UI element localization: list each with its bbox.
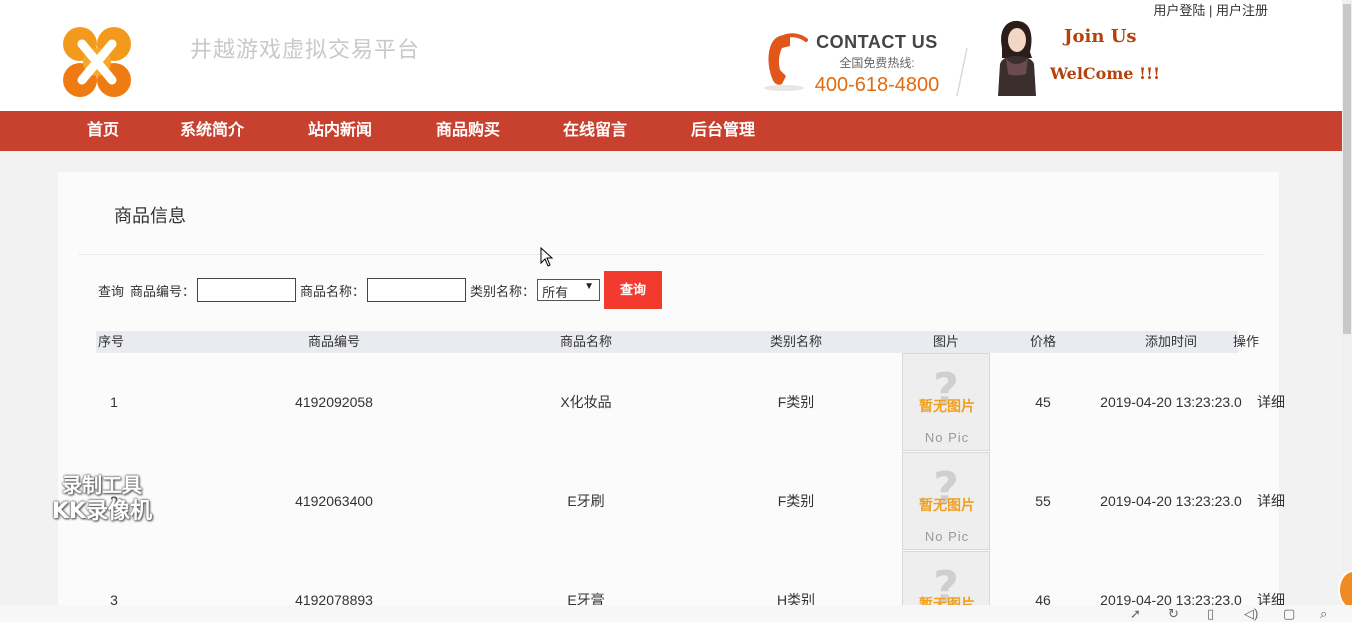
header-price: 价格 bbox=[1029, 334, 1056, 349]
no-pic-image: ? 暂无图片 No Pic bbox=[902, 452, 990, 550]
site-header: 用户登陆 | 用户注册 井越游戏虚拟交易平台 CONTACT US 全国免费热线… bbox=[0, 0, 1342, 111]
nav-item-home[interactable]: 首页 bbox=[87, 111, 119, 151]
site-title: 井越游戏虚拟交易平台 bbox=[190, 38, 421, 63]
cell-category: F类别 bbox=[777, 394, 815, 410]
register-link[interactable]: 用户注册 bbox=[1216, 3, 1268, 18]
contact-block: CONTACT US 全国免费热线: 400-618-4800 bbox=[812, 32, 942, 97]
cell-time: 2019-04-20 13:23:23.0 bbox=[1100, 493, 1242, 509]
header-image: 图片 bbox=[932, 334, 959, 349]
page-scrollbar[interactable] bbox=[1342, 0, 1352, 605]
logo-icon[interactable] bbox=[58, 24, 136, 100]
category-label: 类别名称： bbox=[470, 283, 536, 299]
top-links-separator: | bbox=[1208, 3, 1213, 18]
join-us-text: Join Us bbox=[1064, 26, 1137, 47]
nav-item-admin[interactable]: 后台管理 bbox=[691, 111, 755, 151]
watermark-line2: KK录像机 bbox=[51, 499, 153, 524]
dropdown-arrow-icon: ▼ bbox=[584, 281, 595, 292]
nav-item-about[interactable]: 系统简介 bbox=[180, 111, 244, 151]
cell-price: 45 bbox=[1035, 394, 1051, 410]
cell-index: 1 bbox=[110, 394, 118, 410]
search-bar: 查询 商品编号： 商品名称： 类别名称： 所有 ▼ 查询 bbox=[98, 270, 663, 310]
category-select[interactable]: 所有 ▼ bbox=[537, 279, 601, 301]
cell-name: E牙刷 bbox=[567, 493, 605, 509]
no-pic-image: ? 暂无图片 No Pic bbox=[902, 353, 990, 451]
cell-time: 2019-04-20 13:23:23.0 bbox=[1100, 394, 1242, 410]
table-row: 1 4192092058 X化妆品 F类别 ? 暂无图片 No Pic 45 2… bbox=[96, 353, 1285, 452]
no-pic-cn: 暂无图片 bbox=[919, 398, 975, 414]
table-row: 2 4192063400 E牙刷 F类别 ? 暂无图片 No Pic 55 20… bbox=[96, 452, 1285, 551]
header-index: 序号 bbox=[97, 334, 124, 349]
code-input[interactable] bbox=[197, 278, 297, 302]
contact-phone: 400-618-4800 bbox=[814, 74, 940, 96]
page-title: 商品信息 bbox=[114, 206, 186, 226]
detail-link[interactable]: 详细 bbox=[1246, 353, 1296, 452]
nav-item-message[interactable]: 在线留言 bbox=[563, 111, 627, 151]
no-pic-en: No Pic bbox=[924, 529, 970, 544]
floating-orb-icon[interactable] bbox=[1338, 570, 1352, 610]
table-header: 序号 商品编号 商品名称 类别名称 图片 价格 添加时间 操作 bbox=[96, 331, 1259, 353]
scrollbar-thumb[interactable] bbox=[1343, 4, 1351, 334]
nav-item-news[interactable]: 站内新闻 bbox=[308, 111, 372, 151]
header-code: 商品编号 bbox=[307, 334, 360, 349]
code-label: 商品编号： bbox=[130, 283, 196, 299]
cell-category: F类别 bbox=[777, 493, 815, 509]
welcome-text: WelCome !!! bbox=[1050, 64, 1161, 83]
header-action: 操作 bbox=[1232, 334, 1259, 349]
name-label: 商品名称： bbox=[300, 283, 366, 299]
main-nav: 首页 系统简介 站内新闻 商品购买 在线留言 后台管理 bbox=[0, 111, 1342, 151]
rocket-icon[interactable]: ➚ bbox=[1130, 606, 1141, 621]
phone-icon bbox=[764, 33, 808, 91]
cell-code: 4192063400 bbox=[295, 493, 373, 509]
no-pic-en: No Pic bbox=[924, 430, 970, 445]
contact-title: CONTACT US bbox=[816, 32, 938, 52]
refresh-icon[interactable]: ↻ bbox=[1168, 606, 1179, 621]
login-link[interactable]: 用户登陆 bbox=[1153, 3, 1205, 18]
header-category: 类别名称 bbox=[769, 334, 822, 349]
trash-icon[interactable]: ▯ bbox=[1207, 606, 1214, 621]
window-icon[interactable]: ▢ bbox=[1283, 606, 1295, 621]
cell-code: 4192092058 bbox=[295, 394, 373, 410]
cell-price: 55 bbox=[1035, 493, 1051, 509]
contact-subtitle: 全国免费热线: bbox=[839, 56, 915, 70]
status-bar: ➚ ↻ ▯ ◁) ▢ ⌕ bbox=[0, 605, 1352, 622]
content-panel: 商品信息 查询 商品编号： 商品名称： 类别名称： 所有 ▼ 查询 序号 商品编… bbox=[58, 172, 1285, 622]
nav-item-shop[interactable]: 商品购买 bbox=[436, 111, 500, 151]
top-links: 用户登陆 | 用户注册 bbox=[1153, 0, 1268, 19]
title-divider bbox=[78, 254, 1265, 255]
recorder-watermark: 录制工具 KK录像机 bbox=[32, 472, 172, 526]
name-input[interactable] bbox=[367, 278, 467, 302]
volume-icon[interactable]: ◁) bbox=[1244, 606, 1258, 621]
detail-link[interactable]: 详细 bbox=[1246, 452, 1296, 551]
search-button[interactable]: 查询 bbox=[604, 271, 663, 309]
no-pic-cn: 暂无图片 bbox=[919, 497, 975, 513]
divider-slash bbox=[956, 48, 968, 96]
mouse-cursor-icon bbox=[540, 247, 554, 267]
header-name: 商品名称 bbox=[559, 334, 612, 349]
watermark-line1: 录制工具 bbox=[62, 473, 142, 497]
avatar-image bbox=[998, 20, 1036, 96]
cell-name: X化妆品 bbox=[560, 394, 612, 410]
query-label: 查询 bbox=[98, 283, 125, 299]
category-select-value: 所有 bbox=[542, 285, 569, 300]
search-icon[interactable]: ⌕ bbox=[1320, 606, 1327, 621]
